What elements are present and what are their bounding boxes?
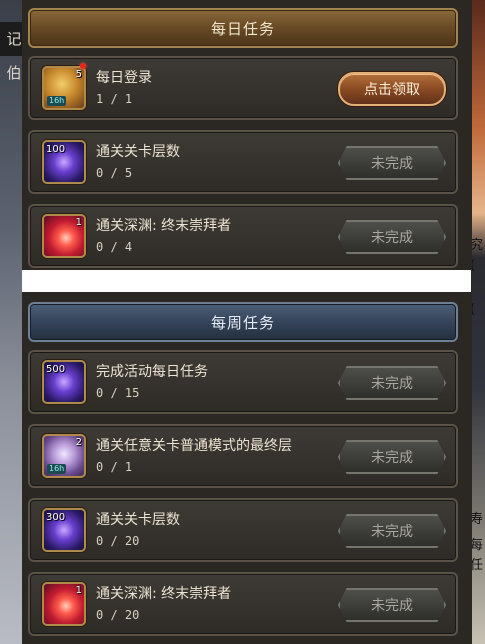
daily-task-row-abyss: 1 通关深渊: 终末崇拜者 0 / 4 未完成	[28, 204, 458, 268]
task-name: 每日登录	[96, 70, 152, 86]
red-orb-icon: 1	[42, 214, 86, 258]
purple-crystal-icon: 100	[42, 140, 86, 184]
task-progress: 0 / 15	[96, 386, 140, 400]
duration-tag: 16h	[47, 464, 67, 474]
task-name: 通关任意关卡普通模式的最终层	[96, 438, 292, 454]
daily-tasks-header: 每日任务	[28, 8, 458, 48]
incomplete-button[interactable]: 未完成	[338, 514, 446, 548]
red-orb-icon: 1	[42, 582, 86, 626]
task-progress: 0 / 4	[96, 240, 133, 254]
section-divider	[22, 270, 471, 292]
reward-count: 1	[75, 217, 82, 228]
task-progress: 0 / 1	[96, 460, 133, 474]
duration-tag: 16h	[47, 96, 67, 106]
task-progress: 0 / 5	[96, 166, 133, 180]
purple-crystal-icon: 500	[42, 360, 86, 404]
incomplete-button[interactable]: 未完成	[338, 146, 446, 180]
lilac-gem-icon: 2 16h	[42, 434, 86, 478]
incomplete-button[interactable]: 未完成	[338, 440, 446, 474]
weekly-task-row-abyss: 1 通关深渊: 终末崇拜者 0 / 20 未完成	[28, 572, 458, 636]
weekly-task-row-event: 500 完成活动每日任务 0 / 15 未完成	[28, 350, 458, 414]
claim-button[interactable]: 点击领取	[338, 72, 446, 106]
reward-count: 100	[46, 144, 66, 155]
purple-crystal-icon: 300	[42, 508, 86, 552]
weekly-tasks-header: 每周任务	[28, 302, 458, 342]
reward-count: 2	[75, 437, 82, 448]
reward-count: 1	[75, 585, 82, 596]
incomplete-button[interactable]: 未完成	[338, 588, 446, 622]
incomplete-button[interactable]: 未完成	[338, 220, 446, 254]
weekly-task-row-stages: 300 通关关卡层数 0 / 20 未完成	[28, 498, 458, 562]
task-name: 通关关卡层数	[96, 512, 180, 528]
task-name: 通关深渊: 终末崇拜者	[96, 218, 232, 234]
incomplete-button[interactable]: 未完成	[338, 366, 446, 400]
reward-count: 300	[46, 512, 66, 523]
reward-count: 5	[75, 69, 82, 80]
task-name: 通关关卡层数	[96, 144, 180, 160]
daily-task-row-stages: 100 通关关卡层数 0 / 5 未完成	[28, 130, 458, 194]
notification-dot	[80, 63, 86, 69]
task-name: 完成活动每日任务	[96, 364, 208, 380]
chest-icon: 5 16h	[42, 66, 86, 110]
task-progress: 0 / 20	[96, 534, 140, 548]
daily-task-row-login: 5 16h 每日登录 1 / 1 点击领取	[28, 56, 458, 120]
task-progress: 0 / 20	[96, 608, 140, 622]
weekly-task-row-final-floor: 2 16h 通关任意关卡普通模式的最终层 0 / 1 未完成	[28, 424, 458, 488]
task-progress: 1 / 1	[96, 92, 133, 106]
task-name: 通关深渊: 终末崇拜者	[96, 586, 232, 602]
reward-count: 500	[46, 364, 66, 375]
